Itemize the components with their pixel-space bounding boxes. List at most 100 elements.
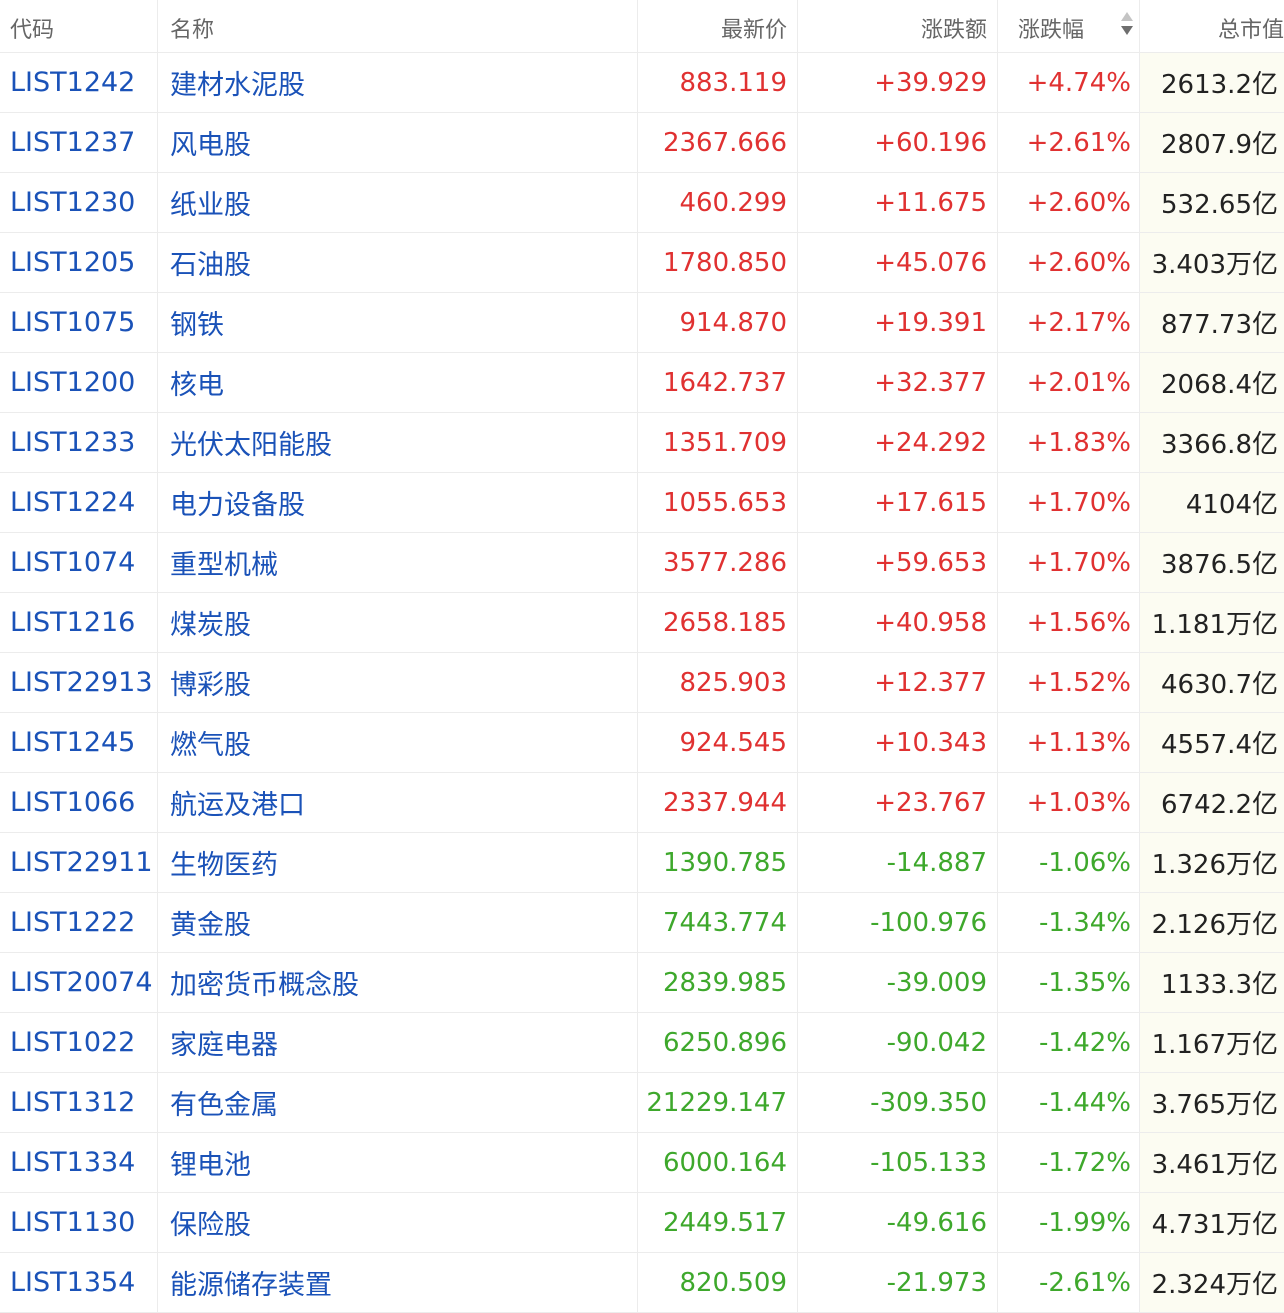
- table-row[interactable]: LIST1242 建材水泥股 883.119 +39.929 +4.74% 2613.2亿: [0, 53, 1284, 113]
- row-code[interactable]: LIST1237: [0, 113, 158, 172]
- table-row[interactable]: LIST1022 家庭电器 6250.896 -90.042 -1.42% 1.167万亿: [0, 1013, 1284, 1073]
- row-pct: +1.70%: [998, 533, 1140, 592]
- row-name[interactable]: 航运及港口: [158, 773, 638, 832]
- row-change: +59.653: [798, 533, 998, 592]
- row-price: 2337.944: [638, 773, 798, 832]
- row-price: 21229.147: [638, 1073, 798, 1132]
- header-pct-label: 涨跌幅: [1018, 18, 1085, 43]
- row-code[interactable]: LIST20074: [0, 953, 158, 1012]
- table-row[interactable]: LIST1130 保险股 2449.517 -49.616 -1.99% 4.731万亿: [0, 1193, 1284, 1253]
- row-cap: 1.181万亿: [1140, 593, 1284, 652]
- row-change: -21.973: [798, 1253, 998, 1312]
- row-name[interactable]: 加密货币概念股: [158, 953, 638, 1012]
- row-change: +32.377: [798, 353, 998, 412]
- row-cap: 2.126万亿: [1140, 893, 1284, 952]
- row-pct: +4.74%: [998, 53, 1140, 112]
- row-code[interactable]: LIST1354: [0, 1253, 158, 1312]
- row-code[interactable]: LIST1200: [0, 353, 158, 412]
- table-row[interactable]: LIST1334 锂电池 6000.164 -105.133 -1.72% 3.461万亿: [0, 1133, 1284, 1193]
- row-cap: 1133.3亿: [1140, 953, 1284, 1012]
- table-row[interactable]: LIST1233 光伏太阳能股 1351.709 +24.292 +1.83% 3366.…: [0, 413, 1284, 473]
- row-code[interactable]: LIST1233: [0, 413, 158, 472]
- table-row[interactable]: LIST1200 核电 1642.737 +32.377 +2.01% 2068.4亿: [0, 353, 1284, 413]
- row-name[interactable]: 煤炭股: [158, 593, 638, 652]
- row-pct: -1.42%: [998, 1013, 1140, 1072]
- row-change: -49.616: [798, 1193, 998, 1252]
- row-name[interactable]: 核电: [158, 353, 638, 412]
- row-price: 1642.737: [638, 353, 798, 412]
- row-change: -100.976: [798, 893, 998, 952]
- table-row[interactable]: LIST1075 钢铁 914.870 +19.391 +2.17% 877.73亿: [0, 293, 1284, 353]
- row-change: -309.350: [798, 1073, 998, 1132]
- row-code[interactable]: LIST1224: [0, 473, 158, 532]
- row-name[interactable]: 黄金股: [158, 893, 638, 952]
- row-code[interactable]: LIST1222: [0, 893, 158, 952]
- row-name[interactable]: 风电股: [158, 113, 638, 172]
- row-code[interactable]: LIST1022: [0, 1013, 158, 1072]
- row-code[interactable]: LIST1245: [0, 713, 158, 772]
- row-code[interactable]: LIST22911: [0, 833, 158, 892]
- header-change[interactable]: 涨跌额: [798, 0, 998, 52]
- row-code[interactable]: LIST1205: [0, 233, 158, 292]
- sector-quote-table: 代码 名称 最新价 涨跌额 涨跌幅 总市值 LIST1242 建材水泥股 883.1…: [0, 0, 1284, 1313]
- sort-up-down-icon[interactable]: [1121, 12, 1133, 40]
- row-code[interactable]: LIST1242: [0, 53, 158, 112]
- table-row[interactable]: LIST1216 煤炭股 2658.185 +40.958 +1.56% 1.181万亿: [0, 593, 1284, 653]
- row-code[interactable]: LIST1075: [0, 293, 158, 352]
- row-pct: +1.03%: [998, 773, 1140, 832]
- row-code[interactable]: LIST22913: [0, 653, 158, 712]
- table-row[interactable]: LIST1237 风电股 2367.666 +60.196 +2.61% 2807.9亿: [0, 113, 1284, 173]
- row-name[interactable]: 钢铁: [158, 293, 638, 352]
- row-name[interactable]: 建材水泥股: [158, 53, 638, 112]
- row-change: +60.196: [798, 113, 998, 172]
- table-row[interactable]: LIST1312 有色金属 21229.147 -309.350 -1.44% 3.765…: [0, 1073, 1284, 1133]
- row-code[interactable]: LIST1066: [0, 773, 158, 832]
- row-price: 1390.785: [638, 833, 798, 892]
- row-cap: 3.765万亿: [1140, 1073, 1284, 1132]
- table-row[interactable]: LIST1205 石油股 1780.850 +45.076 +2.60% 3.403万亿: [0, 233, 1284, 293]
- row-name[interactable]: 石油股: [158, 233, 638, 292]
- row-name[interactable]: 重型机械: [158, 533, 638, 592]
- row-pct: -1.34%: [998, 893, 1140, 952]
- row-pct: -1.35%: [998, 953, 1140, 1012]
- table-row[interactable]: LIST20074 加密货币概念股 2839.985 -39.009 -1.35% 113…: [0, 953, 1284, 1013]
- row-code[interactable]: LIST1334: [0, 1133, 158, 1192]
- row-cap: 1.326万亿: [1140, 833, 1284, 892]
- row-name[interactable]: 生物医药: [158, 833, 638, 892]
- header-code[interactable]: 代码: [0, 0, 158, 52]
- row-price: 2839.985: [638, 953, 798, 1012]
- table-row[interactable]: LIST1222 黄金股 7443.774 -100.976 -1.34% 2.126万亿: [0, 893, 1284, 953]
- row-change: +11.675: [798, 173, 998, 232]
- row-name[interactable]: 锂电池: [158, 1133, 638, 1192]
- row-name[interactable]: 燃气股: [158, 713, 638, 772]
- table-row[interactable]: LIST1066 航运及港口 2337.944 +23.767 +1.03% 6742.2…: [0, 773, 1284, 833]
- header-price[interactable]: 最新价: [638, 0, 798, 52]
- header-name[interactable]: 名称: [158, 0, 638, 52]
- row-code[interactable]: LIST1074: [0, 533, 158, 592]
- row-code[interactable]: LIST1312: [0, 1073, 158, 1132]
- row-pct: +1.13%: [998, 713, 1140, 772]
- header-cap[interactable]: 总市值: [1140, 0, 1284, 52]
- row-name[interactable]: 保险股: [158, 1193, 638, 1252]
- row-name[interactable]: 博彩股: [158, 653, 638, 712]
- row-code[interactable]: LIST1130: [0, 1193, 158, 1252]
- row-name[interactable]: 纸业股: [158, 173, 638, 232]
- table-row[interactable]: LIST22913 博彩股 825.903 +12.377 +1.52% 4630.7亿: [0, 653, 1284, 713]
- table-row[interactable]: LIST1230 纸业股 460.299 +11.675 +2.60% 532.65亿: [0, 173, 1284, 233]
- table-row[interactable]: LIST1245 燃气股 924.545 +10.343 +1.13% 4557.4亿: [0, 713, 1284, 773]
- header-pct-sort[interactable]: 涨跌幅: [998, 0, 1140, 52]
- row-code[interactable]: LIST1216: [0, 593, 158, 652]
- row-price: 2367.666: [638, 113, 798, 172]
- table-row[interactable]: LIST1074 重型机械 3577.286 +59.653 +1.70% 3876.5亿: [0, 533, 1284, 593]
- row-code[interactable]: LIST1230: [0, 173, 158, 232]
- row-name[interactable]: 光伏太阳能股: [158, 413, 638, 472]
- row-name[interactable]: 电力设备股: [158, 473, 638, 532]
- table-row[interactable]: LIST1224 电力设备股 1055.653 +17.615 +1.70% 4104亿: [0, 473, 1284, 533]
- table-row[interactable]: LIST22911 生物医药 1390.785 -14.887 -1.06% 1.326万…: [0, 833, 1284, 893]
- row-name[interactable]: 家庭电器: [158, 1013, 638, 1072]
- row-cap: 4104亿: [1140, 473, 1284, 532]
- table-row[interactable]: LIST1354 能源储存装置 820.509 -21.973 -2.61% 2.324万…: [0, 1253, 1284, 1313]
- row-name[interactable]: 能源储存装置: [158, 1253, 638, 1312]
- row-name[interactable]: 有色金属: [158, 1073, 638, 1132]
- row-cap: 2807.9亿: [1140, 113, 1284, 172]
